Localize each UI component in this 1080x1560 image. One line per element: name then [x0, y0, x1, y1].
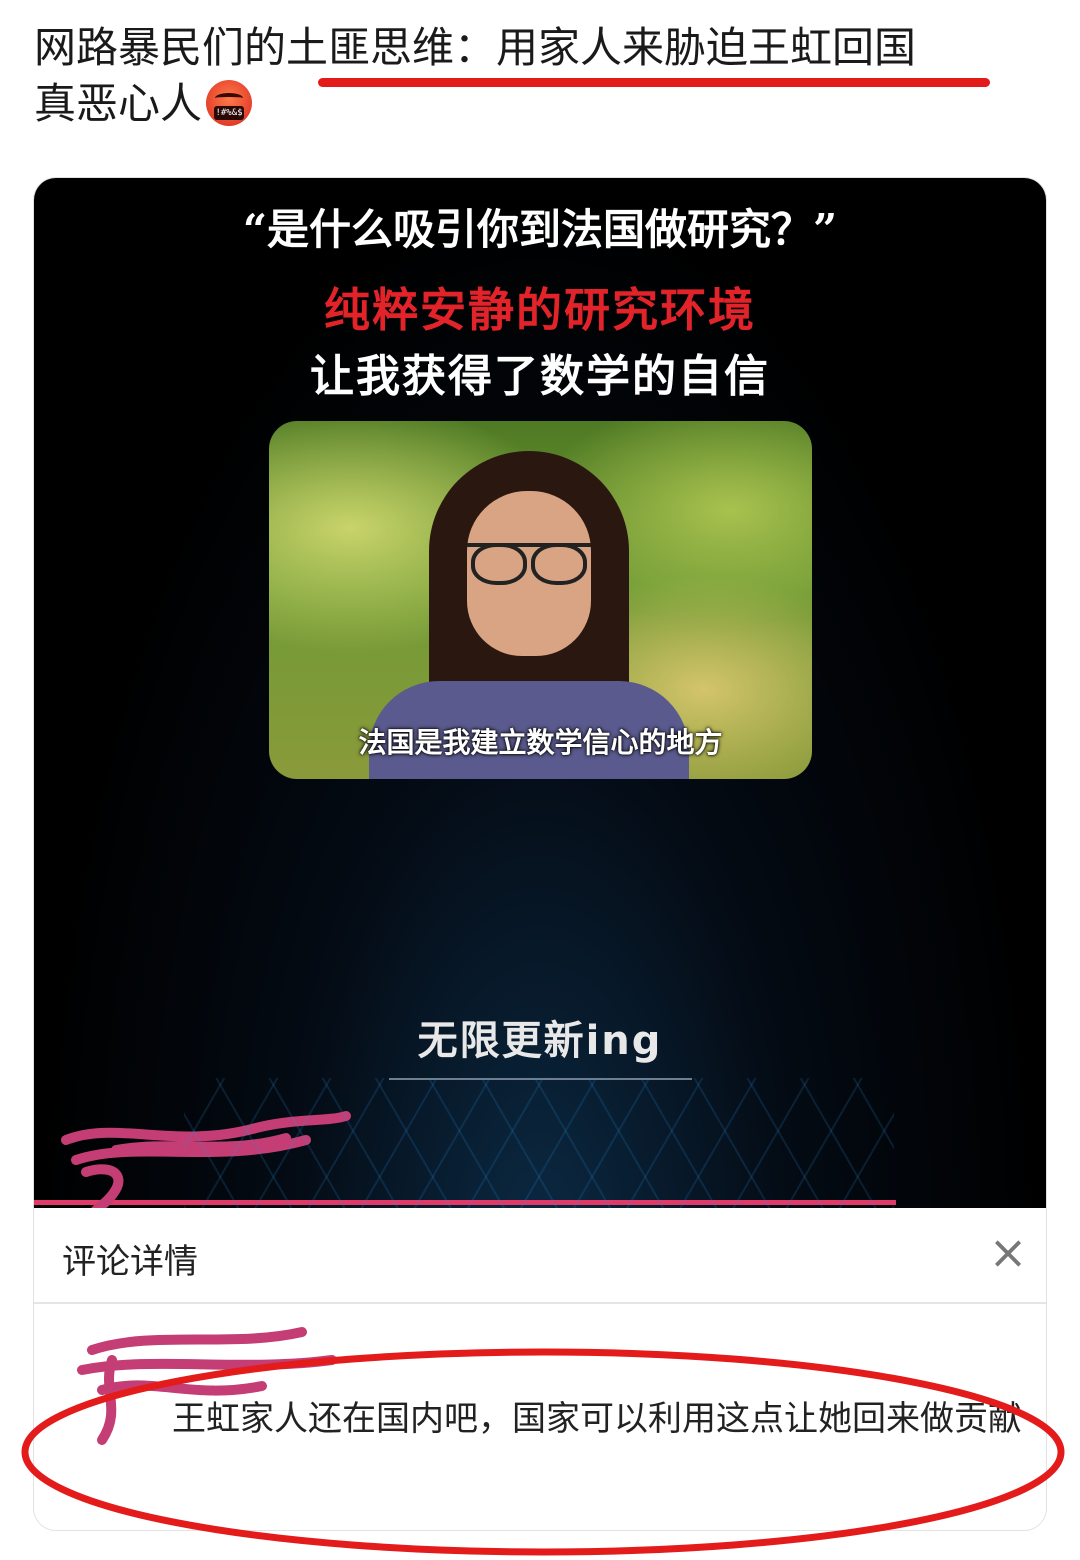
- banner-divider: [389, 1078, 692, 1080]
- emoji-symbols: !#%&$: [214, 106, 245, 120]
- photo-subtitle: 法国是我建立数学信心的地方: [358, 726, 723, 759]
- redaction-scribble: [61, 1111, 351, 1215]
- red-underline-annotation: [318, 78, 990, 87]
- post-caption-line-1: 网路暴民们的土匪思维：用家人来胁迫王虹回国: [34, 23, 917, 72]
- video-frame[interactable]: “是什么吸引你到法国做研究？” 纯粹安静的研究环境 让我获得了数学的自信 法国是…: [34, 178, 1046, 1215]
- interview-photo: 法国是我建立数学信心的地方: [269, 421, 812, 779]
- post-caption: 网路暴民们的土匪思维：用家人来胁迫王虹回国 真恶心人 !#%&$: [34, 20, 1044, 132]
- glasses-shape: [467, 543, 591, 585]
- sheet-divider: [34, 1302, 1046, 1304]
- close-icon[interactable]: ×: [984, 1228, 1032, 1276]
- video-white-caption: 让我获得了数学的自信: [310, 351, 770, 402]
- red-circle-annotation: [21, 1348, 1065, 1556]
- angry-cursing-face-icon: !#%&$: [206, 80, 253, 126]
- video-red-caption: 纯粹安静的研究环境: [324, 283, 756, 337]
- video-quote-caption: “是什么吸引你到法国做研究？”: [242, 205, 838, 254]
- post-caption-line-2-text: 真恶心人: [34, 79, 203, 128]
- comment-sheet-title: 评论详情: [62, 1242, 198, 1282]
- screenshot-card: “是什么吸引你到法国做研究？” 纯粹安静的研究环境 让我获得了数学的自信 法国是…: [34, 178, 1046, 1530]
- video-banner-text: 无限更新ing: [417, 1018, 663, 1064]
